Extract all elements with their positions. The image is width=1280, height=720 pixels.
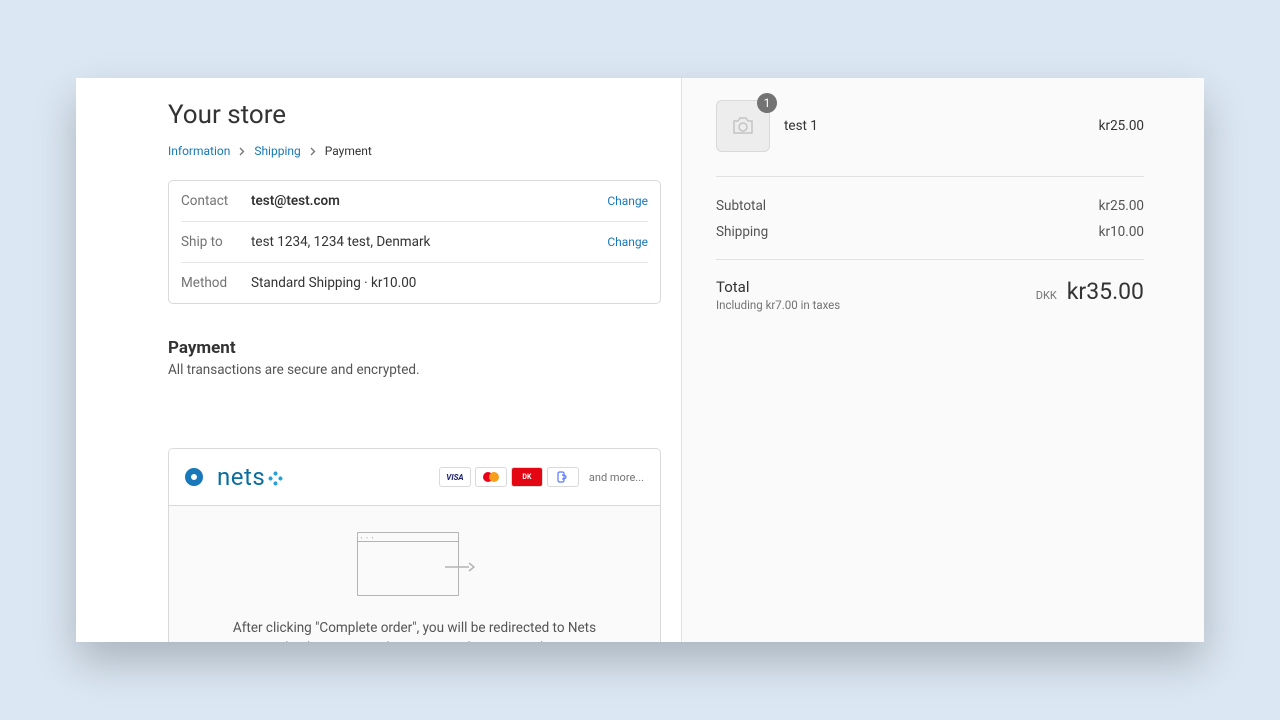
- nets-logo-text: nets: [217, 463, 265, 491]
- mobilepay-icon: [547, 467, 579, 487]
- order-summary-sidebar: 1 test 1 kr25.00 Subtotal kr25.00 Shippi…: [682, 78, 1204, 642]
- totals-section: Subtotal kr25.00 Shipping kr10.00 Total …: [716, 176, 1144, 312]
- visa-icon: VISA: [439, 467, 471, 487]
- product-thumbnail: 1: [716, 100, 770, 152]
- payment-method-body: • • • After clicking "Complete order", y…: [169, 506, 660, 642]
- review-box: Contact test@test.com Change Ship to tes…: [168, 180, 661, 304]
- chevron-right-icon: [310, 144, 316, 158]
- payment-method-radio[interactable]: [185, 468, 203, 486]
- grand-total-right: DKK kr35.00: [1036, 278, 1144, 305]
- breadcrumb-information[interactable]: Information: [168, 144, 230, 158]
- review-method-row: Method Standard Shipping · kr10.00: [181, 263, 648, 303]
- subtotal-value: kr25.00: [1099, 198, 1144, 214]
- payment-method-name: nets: [217, 463, 439, 491]
- total-amount: kr35.00: [1067, 278, 1144, 305]
- shipping-value: kr10.00: [1099, 224, 1144, 240]
- breadcrumb-payment: Payment: [325, 144, 372, 158]
- camera-icon: [731, 116, 755, 136]
- payment-method-header[interactable]: nets VISA DK and more...: [169, 449, 660, 506]
- mastercard-icon: [475, 467, 507, 487]
- grand-total-row: Total Including kr7.00 in taxes DKK kr35…: [716, 259, 1144, 312]
- cart-item-name: test 1: [784, 118, 1099, 134]
- payment-section-subtitle: All transactions are secure and encrypte…: [168, 362, 661, 378]
- chevron-right-icon: [239, 144, 245, 158]
- main-panel: Your store Information Shipping Payment …: [76, 78, 682, 642]
- shipto-label: Ship to: [181, 234, 251, 250]
- breadcrumb: Information Shipping Payment: [168, 144, 661, 158]
- redirect-window-icon: • • •: [357, 532, 473, 600]
- cart-item: 1 test 1 kr25.00: [716, 100, 1144, 176]
- dankort-icon: DK: [511, 467, 543, 487]
- checkout-window: Your store Information Shipping Payment …: [76, 78, 1204, 642]
- method-label: Method: [181, 275, 251, 291]
- quantity-badge: 1: [757, 93, 777, 113]
- cart-item-price: kr25.00: [1099, 118, 1144, 134]
- total-label: Total: [716, 278, 840, 296]
- change-contact-link[interactable]: Change: [607, 194, 648, 208]
- review-shipto-row: Ship to test 1234, 1234 test, Denmark Ch…: [181, 222, 648, 263]
- change-shipto-link[interactable]: Change: [607, 235, 648, 249]
- shipping-row: Shipping kr10.00: [716, 219, 1144, 245]
- breadcrumb-shipping[interactable]: Shipping: [254, 144, 300, 158]
- payment-section-title: Payment: [168, 338, 661, 358]
- review-contact-row: Contact test@test.com Change: [181, 181, 648, 222]
- and-more-text: and more...: [589, 471, 644, 484]
- shipto-value: test 1234, 1234 test, Denmark: [251, 234, 607, 250]
- nets-logo-dots-icon: [268, 470, 284, 486]
- method-value: Standard Shipping · kr10.00: [251, 275, 648, 291]
- tax-note: Including kr7.00 in taxes: [716, 298, 840, 312]
- payment-method-box: nets VISA DK and more... • • •: [168, 448, 661, 642]
- grand-total-left: Total Including kr7.00 in taxes: [716, 278, 840, 312]
- store-title: Your store: [168, 100, 661, 130]
- payment-card-icons: VISA DK and more...: [439, 467, 644, 487]
- currency-code: DKK: [1036, 289, 1057, 302]
- shipping-label: Shipping: [716, 224, 768, 240]
- redirect-description: After clicking "Complete order", you wil…: [225, 618, 605, 642]
- subtotal-label: Subtotal: [716, 198, 766, 214]
- subtotal-row: Subtotal kr25.00: [716, 193, 1144, 219]
- contact-value: test@test.com: [251, 193, 607, 209]
- contact-label: Contact: [181, 193, 251, 209]
